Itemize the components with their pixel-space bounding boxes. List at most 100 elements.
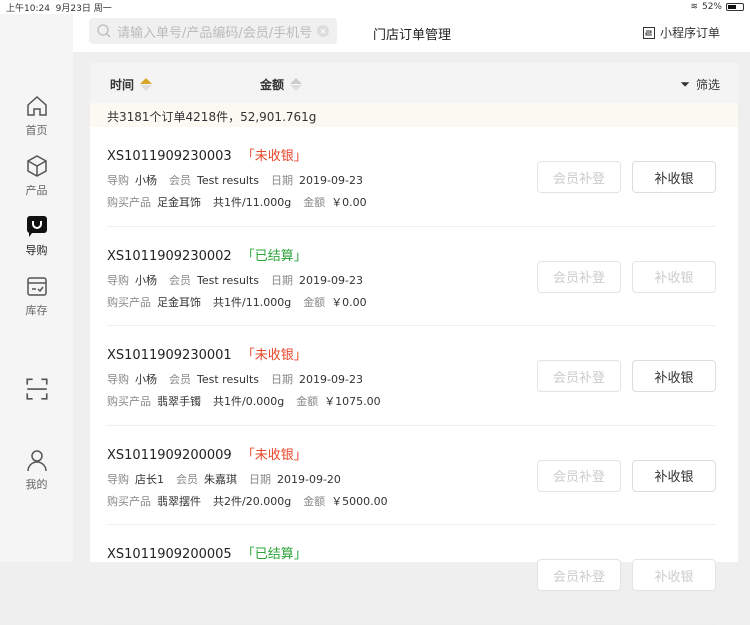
order-id-line: XS1011909200005 「已结算」 xyxy=(107,543,307,562)
amount-label: 金额 xyxy=(296,395,319,408)
mini-orders-label: 小程序订单 xyxy=(659,26,720,40)
member-register-button[interactable]: 会员补登 xyxy=(537,260,621,293)
summary-bar: 共3181个订单4218件，52,901.761g xyxy=(90,103,738,127)
order-id-line: XS1011909200009 「未收银」 xyxy=(107,444,307,463)
sidebar: 首页 产品 导购 库存 我的 xyxy=(0,14,73,562)
guide-label: 导购 xyxy=(107,174,129,187)
order-row[interactable]: XS1011909230002 「已结算」导购 小杨 会员 Test results 日期… xyxy=(107,227,716,326)
date-value: 2019-09-20 xyxy=(277,472,341,486)
order-row[interactable]: XS1011909200005 「已结算」会员补登 补收银 xyxy=(107,525,716,625)
guide-value: 小杨 xyxy=(135,273,157,287)
status-bar: 上午10:24 9月23日 周一 ≋ 52% xyxy=(0,0,750,14)
sort-by-amount[interactable]: 金额 xyxy=(260,76,303,93)
order-meta: 导购 小杨 会员 Test results 日期 2019-09-23 xyxy=(107,272,375,288)
mini-program-orders-button[interactable]: 小程序订单 xyxy=(642,24,720,41)
sidebar-item-inventory[interactable]: 库存 xyxy=(0,274,73,318)
amount-value: ￥5000.00 xyxy=(331,494,388,508)
order-meta: 导购 小杨 会员 Test results 日期 2019-09-23 xyxy=(107,172,375,188)
member-value: Test results xyxy=(197,373,260,386)
sidebar-item-guide[interactable]: 导购 xyxy=(0,214,73,258)
collect-payment-button[interactable]: 补收银 xyxy=(632,559,716,591)
member-label: 会员 xyxy=(169,373,191,386)
sidebar-item-scan[interactable] xyxy=(0,376,73,406)
member-value: 朱嘉琪 xyxy=(204,472,237,486)
collect-payment-button[interactable]: 补收银 xyxy=(632,360,716,392)
order-status: 「未收银」 xyxy=(241,149,307,164)
sidebar-label: 产品 xyxy=(25,184,48,197)
sidebar-item-profile[interactable]: 我的 xyxy=(0,448,73,492)
sidebar-label: 库存 xyxy=(25,304,48,317)
qty-value: 共1件/11.000g xyxy=(213,196,292,209)
order-status: 「未收银」 xyxy=(241,447,307,463)
order-product: 购买产品 翡翠手镯 共1件/0.000g 金额 ￥1075.00 xyxy=(107,393,393,409)
sidebar-item-home[interactable]: 首页 xyxy=(0,94,73,138)
sidebar-label: 导购 xyxy=(25,244,48,257)
order-meta: 导购 小杨 会员 Test results 日期 2019-09-23 xyxy=(107,371,375,387)
sidebar-item-products[interactable]: 产品 xyxy=(0,154,73,198)
page-title: 门店订单管理 xyxy=(373,28,452,43)
order-id: XS1011909230002 xyxy=(107,248,232,264)
sort-by-time[interactable]: 时间 xyxy=(110,76,153,93)
order-row[interactable]: XS1011909230001 「未收银」 导购 小杨 会员 Test results 日期… xyxy=(107,326,716,426)
collect-payment-button[interactable]: 补收银 xyxy=(632,260,716,293)
order-list-icon xyxy=(642,26,655,39)
order-product: 购买产品 足金耳饰 共1件/11.000g 金额 ￥0.00 xyxy=(107,294,379,310)
product-label: 购买产品 xyxy=(107,295,151,309)
filter-button[interactable]: ⏷ 筛选 xyxy=(680,76,720,93)
status-date: 9月23日 周一 xyxy=(55,3,112,14)
search-placeholder: 请输入单号/产品编码/会员/手机号 xyxy=(117,25,313,41)
collect-payment-button[interactable]: 补收银 xyxy=(632,459,716,492)
sidebar-label: 我的 xyxy=(25,478,48,491)
shopping-bag-icon xyxy=(26,216,47,237)
sort-bar: 时间 金额 ⏷ 筛选 xyxy=(90,63,738,103)
collect-payment-button[interactable]: 补收银 xyxy=(632,161,716,193)
amount-label: 金额 xyxy=(303,494,326,508)
member-value: Test results xyxy=(197,174,260,187)
order-id-line: XS1011909230001 「未收银」 xyxy=(107,344,307,363)
guide-value: 店长1 xyxy=(135,472,164,486)
order-id: XS1011909200009 xyxy=(107,447,232,463)
member-register-button[interactable]: 会员补登 xyxy=(537,559,621,591)
filter-label: 筛选 xyxy=(695,78,720,92)
sort-icon xyxy=(140,78,153,91)
order-list-panel: 时间 金额 ⏷ 筛选 共3181个订单4218件，52,901.761g XS10… xyxy=(90,63,738,625)
order-id: XS1011909230001 xyxy=(107,348,232,363)
order-id: XS1011909200005 xyxy=(107,547,232,562)
wifi-icon: ≋ xyxy=(690,2,698,12)
date-value: 2019-09-23 xyxy=(299,174,363,187)
date-value: 2019-09-23 xyxy=(299,373,363,386)
order-meta: 导购 店长1 会员 朱嘉琪 日期 2019-09-20 xyxy=(107,471,353,487)
product-label: 购买产品 xyxy=(107,494,151,508)
order-status: 「已结算」 xyxy=(241,248,307,264)
date-label: 日期 xyxy=(249,472,271,486)
header: 请输入单号/产品编码/会员/手机号 门店订单管理 小程序订单 xyxy=(73,14,750,52)
order-product: 购买产品 翡翠摆件 共2件/20.000g 金额 ￥5000.00 xyxy=(107,493,400,509)
order-id: XS1011909230003 xyxy=(107,149,232,164)
amount-label: 金额 xyxy=(303,196,326,209)
filter-icon: ⏷ xyxy=(680,77,690,91)
search-input[interactable]: 请输入单号/产品编码/会员/手机号 xyxy=(89,18,337,44)
qty-value: 共2件/20.000g xyxy=(213,494,292,508)
amount-label: 金额 xyxy=(303,295,326,309)
order-row[interactable]: XS1011909200009 「未收银」 导购 店长1 会员 朱嘉琪 日期 2019-09-… xyxy=(107,426,716,525)
sort-icon xyxy=(290,78,303,91)
member-register-button[interactable]: 会员补登 xyxy=(537,360,621,392)
date-value: 2019-09-23 xyxy=(299,273,363,287)
member-register-button[interactable]: 会员补登 xyxy=(537,459,621,492)
battery-percent: 52% xyxy=(701,2,722,12)
order-status: 「未收银」 xyxy=(241,348,307,363)
guide-value: 小杨 xyxy=(135,373,157,386)
order-row[interactable]: XS1011909230003 「未收银」导购 小杨 会员 Test results 日期… xyxy=(107,127,716,227)
product-value: 足金耳饰 xyxy=(157,196,201,209)
scan-icon xyxy=(25,378,48,400)
guide-value: 小杨 xyxy=(135,174,157,187)
member-label: 会员 xyxy=(169,174,191,187)
date-label: 日期 xyxy=(271,174,294,187)
clear-icon[interactable] xyxy=(317,25,329,37)
battery-icon xyxy=(726,3,744,11)
member-register-button[interactable]: 会员补登 xyxy=(537,161,621,193)
qty-value: 共1件/0.000g xyxy=(213,395,285,408)
cube-icon xyxy=(26,155,47,177)
order-id-line: XS1011909230002 「已结算」 xyxy=(107,245,307,264)
member-label: 会员 xyxy=(169,273,191,287)
